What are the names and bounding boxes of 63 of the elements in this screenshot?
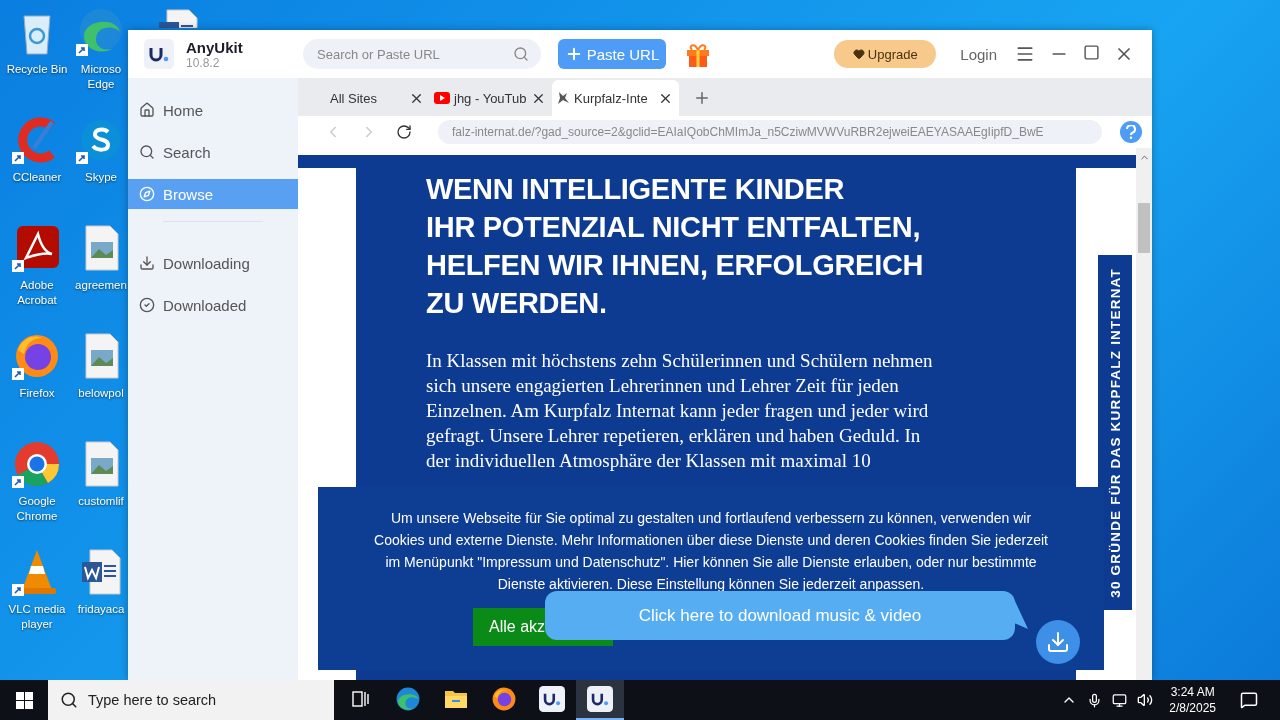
tooltip-tail [1014, 599, 1028, 629]
anyukit-icon [539, 686, 565, 712]
volume-icon[interactable] [1137, 692, 1154, 708]
desktop-icon-label[interactable]: Microso Edge [75, 62, 127, 92]
page-heading: WENN INTELLIGENTE KINDER IHR POTENZIAL NICHT ENTFALTEN, HELFEN WIR IHNEN, ERFOLGREICH ZU WERDEN. [426, 172, 925, 321]
notification-icon[interactable] [1240, 691, 1258, 709]
clock-time[interactable]: 3:24 AM [1170, 684, 1215, 700]
desktop-icon-label[interactable]: Firefox [1, 386, 73, 401]
new-tab-icon[interactable] [693, 89, 711, 107]
taskbar-app[interactable] [576, 680, 624, 720]
search-field[interactable]: Search or Paste URL [303, 39, 541, 69]
browse-icon [139, 186, 155, 202]
sidebar-item[interactable]: Browse [128, 179, 298, 209]
downloading-icon [139, 255, 155, 271]
reload-icon[interactable] [396, 124, 412, 140]
sidebar-item[interactable]: Downloaded [128, 290, 298, 320]
desktop-icon-label[interactable]: fridayaca [75, 602, 127, 617]
clock-date[interactable]: 2/8/2025 [1169, 700, 1216, 716]
desktop-icon-label[interactable]: Recycle Bin [1, 62, 73, 77]
folder-icon[interactable] [444, 688, 468, 710]
browser-tab[interactable]: jhg - YouTub [430, 80, 552, 116]
scrollbar[interactable] [1136, 148, 1152, 680]
desktop-icon-label[interactable]: belowpol [75, 386, 127, 401]
desktop-icon-label[interactable]: Google Chrome [1, 494, 73, 524]
desktop-icon-label[interactable]: VLC media player [1, 602, 73, 632]
network-icon[interactable] [1112, 692, 1128, 708]
app-version: 10.8.2 [186, 55, 220, 70]
page-paragraph: In Klassen mit höchstens zehn Schülerinnen und Schülern nehmen sich unsere engagierten Lehrerinnen und Lehrer Zeit für jeden Einzelnen. Am Kurpfalz Internat kann jeder fragen und jeder wird gefragt. Unsere Lehrer repetieren, erklären und haben Geduld. In der individuellen Atmosphäre der Klassen mit maximal 10 [426, 349, 934, 473]
microphone-icon[interactable] [1087, 692, 1103, 708]
menu-icon[interactable] [1015, 44, 1035, 64]
browser-tab[interactable]: Kurpfalz-Inte [552, 80, 679, 116]
anyukit-icon [587, 686, 613, 712]
search-icon [60, 691, 78, 709]
paste-url-button[interactable]: Paste URL [558, 39, 666, 69]
browser-tab[interactable]: All Sites [320, 80, 430, 116]
desktop-icon-label[interactable]: Adobe Acrobat [1, 278, 73, 308]
cookie-text: Um unsere Webseite für Sie optimal zu gestalten und fortlaufend verbessern zu können, verwenden wir Cookies und externe Dienste. Mehr Informationen über diese Dienste und deren Cookies finden Sie jederzeit im Menüpunkt "Impressum und Datenschutz". Hier können Sie alle Dienste erlauben, oder nur bestimmte Dienste aktivieren. Diese Einstellung können Sie jederzeit anpassen. [374, 509, 1048, 594]
help-icon[interactable] [1120, 121, 1142, 143]
task-view-icon[interactable] [350, 689, 370, 709]
sidebar-item[interactable]: Search [128, 137, 298, 167]
scroll-thumb[interactable] [1138, 203, 1150, 253]
desktop-icon-label[interactable]: Skype [75, 170, 127, 185]
upgrade-button[interactable]: Upgrade [834, 40, 937, 68]
sidebar-item[interactable]: Downloading [128, 248, 298, 278]
search-icon [139, 144, 155, 160]
downloaded-icon [139, 297, 155, 313]
play-icon [434, 92, 450, 104]
edge-icon[interactable] [395, 686, 421, 712]
desktop-icon-label[interactable]: customlif [75, 494, 127, 509]
desktop-icon-label[interactable]: agreemen [75, 278, 127, 293]
home-icon [139, 102, 155, 118]
login-link[interactable]: Login [960, 45, 997, 63]
app-name: AnyUkit [186, 38, 243, 56]
heart-icon [852, 48, 865, 60]
taskbar-search-field[interactable]: Type here to search [48, 680, 334, 720]
sidebar-item[interactable]: Home [128, 95, 298, 125]
maximize-icon[interactable] [1083, 44, 1100, 61]
side-tab[interactable]: 30 GRÜNDE FÜR DAS KURPFALZ INTERNAT [1098, 255, 1132, 610]
firefox-icon[interactable] [491, 686, 517, 712]
address-field[interactable]: falz-internat.de/?gad_source=2&gclid=EAIaIQobChMImJa_n5CziwMVWVuRBR2ejweiEAEYASAAEgIipfD_BwE [438, 120, 1102, 144]
app-logo [144, 39, 174, 69]
desktop-icon-label[interactable]: CCleaner [1, 170, 73, 185]
search-icon [513, 46, 529, 62]
